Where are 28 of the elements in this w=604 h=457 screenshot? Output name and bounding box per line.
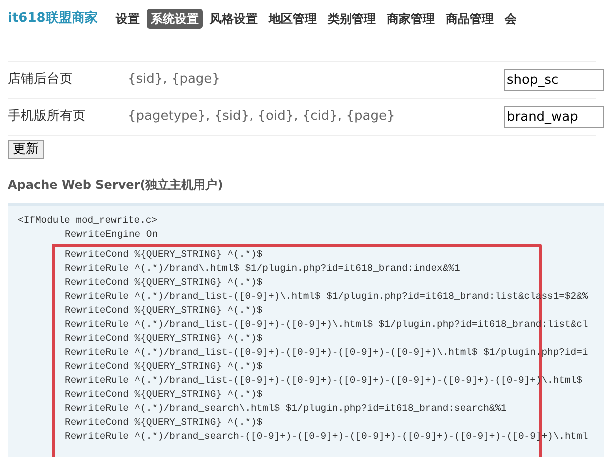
code-line: RewriteCond %{QUERY_STRING} ^(.*)$ [65,389,263,400]
section-title: Apache Web Server(独立主机用户) [8,177,224,194]
text-field[interactable]: shop_sc [504,69,604,91]
nav-tab[interactable]: 设置 [112,9,144,29]
update-button[interactable]: 更新 [8,140,44,159]
row-label: 店铺后台页 [8,71,74,90]
text-field[interactable]: brand_wap [504,106,604,128]
nav-tab[interactable]: 商家管理 [382,9,439,29]
nav-tab[interactable]: 风格设置 [206,9,262,29]
nav-tab[interactable]: 会 [500,9,521,29]
nav-tab[interactable]: 系统设置 [146,9,203,29]
nav-tab[interactable]: 商品管理 [442,9,498,29]
nav-tab[interactable]: 地区管理 [264,9,321,29]
code-line: RewriteRule ^(.*)/brand_search\.html$ $1/plugin.php?id=it618_brand:search&%1 [65,403,507,414]
code-line: RewriteEngine On [65,229,158,240]
site-logo: it618联盟商家 [8,10,98,28]
code-line: RewriteCond %{QUERY_STRING} ^(.*)$ [65,333,263,344]
row-label: 手机版所有页 [8,108,87,126]
code-line: RewriteCond %{QUERY_STRING} ^(.*)$ [65,361,263,372]
code-line: RewriteCond %{QUERY_STRING} ^(.*)$ [65,277,263,288]
code-line: RewriteCond %{QUERY_STRING} ^(.*)$ [65,417,263,428]
code-line: <IfModule mod_rewrite.c> [18,215,158,226]
variables-text: {pagetype}, {sid}, {oid}, {cid}, {page} [128,108,396,126]
code-line: RewriteRule ^(.*)/brand\.html$ $1/plugin.php?id=it618_brand:index&%1 [65,263,460,274]
variables-text: {sid}, {page} [128,71,222,90]
code-line: RewriteCond %{QUERY_STRING} ^(.*)$ [65,249,263,260]
code-line: RewriteCond %{QUERY_STRING} ^(.*)$ [65,305,263,316]
nav-tab[interactable]: 类别管理 [324,9,380,29]
